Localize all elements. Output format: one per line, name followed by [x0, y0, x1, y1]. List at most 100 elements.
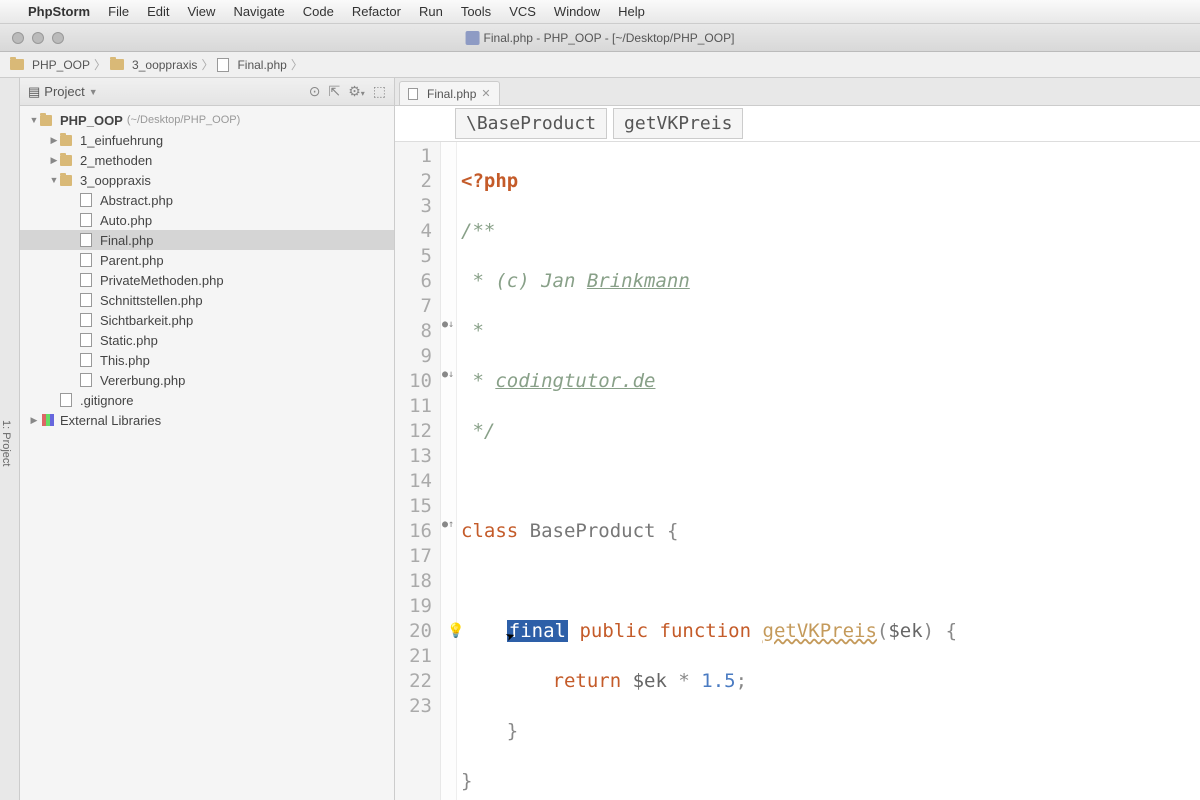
editor-tab-label: Final.php	[427, 87, 476, 101]
tree-file[interactable]: Vererbung.php	[20, 370, 394, 390]
editor-area: Final.php ✕ \BaseProduct getVKPreis 1234…	[395, 78, 1200, 800]
tree-item-label: .gitignore	[80, 393, 133, 408]
php-file-icon	[80, 193, 92, 207]
folder-icon	[60, 175, 72, 186]
code-token: *	[461, 370, 495, 392]
tree-item-label: Abstract.php	[100, 193, 173, 208]
editor-crumb-bar: \BaseProduct getVKPreis	[395, 106, 1200, 142]
project-panel: ▤ Project ▼ ⊙ ⇱ ⚙▾ ⬚ ▼ PHP_OOP (~/Deskto…	[20, 78, 395, 800]
tree-item-label: Vererbung.php	[100, 373, 185, 388]
chevron-down-icon[interactable]: ▼	[89, 87, 98, 97]
folder-icon	[10, 59, 24, 70]
breadcrumb-root[interactable]: PHP_OOP	[32, 58, 90, 72]
chevron-right-icon[interactable]: ▶	[48, 135, 60, 146]
line-number-gutter: 1234567891011121314151617181920212223	[395, 142, 441, 800]
tree-file[interactable]: Schnittstellen.php	[20, 290, 394, 310]
override-icon[interactable]: ●↓	[442, 369, 454, 380]
window-titlebar: Final.php - PHP_OOP - [~/Desktop/PHP_OOP…	[0, 24, 1200, 52]
tree-item-label: Sichtbarkeit.php	[100, 313, 193, 328]
tree-item-label: 3_ooppraxis	[80, 173, 151, 188]
tree-folder[interactable]: ▶ 1_einfuehrung	[20, 130, 394, 150]
code-token: Brinkmann	[587, 270, 690, 292]
menu-file[interactable]: File	[108, 4, 129, 19]
code-content[interactable]: <?php /** * (c) Jan Brinkmann * * coding…	[457, 142, 1200, 800]
chevron-right-icon[interactable]: ▶	[28, 415, 40, 426]
editor-tab[interactable]: Final.php ✕	[399, 81, 500, 105]
tree-file[interactable]: Parent.php	[20, 250, 394, 270]
tree-folder[interactable]: ▶ 2_methoden	[20, 150, 394, 170]
chevron-down-icon[interactable]: ▼	[48, 175, 60, 185]
menu-tools[interactable]: Tools	[461, 4, 491, 19]
close-tab-icon[interactable]: ✕	[481, 87, 490, 100]
php-file-icon	[466, 31, 480, 45]
php-file-icon	[80, 373, 92, 387]
tree-root[interactable]: ▼ PHP_OOP (~/Desktop/PHP_OOP)	[20, 110, 394, 130]
project-tree[interactable]: ▼ PHP_OOP (~/Desktop/PHP_OOP) ▶ 1_einfue…	[20, 106, 394, 800]
traffic-lights	[0, 32, 64, 44]
sidebar-tab-project[interactable]: 1: Project	[0, 78, 20, 800]
close-window-button[interactable]	[12, 32, 24, 44]
tree-file[interactable]: Sichtbarkeit.php	[20, 310, 394, 330]
crumb-class[interactable]: \BaseProduct	[455, 108, 607, 139]
tree-root-path: (~/Desktop/PHP_OOP)	[127, 114, 240, 126]
breadcrumb-file[interactable]: Final.php	[237, 58, 286, 72]
code-editor[interactable]: 1234567891011121314151617181920212223 ●↓…	[395, 142, 1200, 800]
code-token: * (c) Jan	[461, 270, 587, 292]
collapse-all-icon[interactable]: ⇱	[328, 83, 340, 100]
window-title: Final.php - PHP_OOP - [~/Desktop/PHP_OOP…	[466, 31, 735, 45]
override-icon[interactable]: ●↑	[442, 519, 454, 530]
tree-file-selected[interactable]: Final.php	[20, 230, 394, 250]
editor-tab-bar: Final.php ✕	[395, 78, 1200, 106]
tree-file[interactable]: PrivateMethoden.php	[20, 270, 394, 290]
code-token: <?php	[461, 170, 518, 192]
php-file-icon	[80, 333, 92, 347]
libraries-icon	[42, 414, 54, 426]
tree-file[interactable]: Auto.php	[20, 210, 394, 230]
project-panel-header: ▤ Project ▼ ⊙ ⇱ ⚙▾ ⬚	[20, 78, 394, 106]
tree-item-label: Parent.php	[100, 253, 164, 268]
hide-panel-icon[interactable]: ⬚	[373, 83, 386, 100]
tree-external-libs[interactable]: ▶ External Libraries	[20, 410, 394, 430]
tree-file[interactable]: Abstract.php	[20, 190, 394, 210]
menu-navigate[interactable]: Navigate	[233, 4, 284, 19]
zoom-window-button[interactable]	[52, 32, 64, 44]
chevron-right-icon[interactable]: ▶	[48, 155, 60, 166]
panel-icon: ▤	[28, 84, 40, 100]
tree-item-label: This.php	[100, 353, 150, 368]
breadcrumb-folder[interactable]: 3_ooppraxis	[132, 58, 197, 72]
autoscroll-icon[interactable]: ⊙	[309, 83, 321, 100]
menu-window[interactable]: Window	[554, 4, 600, 19]
gear-icon[interactable]: ⚙▾	[348, 83, 365, 100]
tree-item-label: External Libraries	[60, 413, 161, 428]
tree-item-label: PrivateMethoden.php	[100, 273, 224, 288]
menu-run[interactable]: Run	[419, 4, 443, 19]
menu-vcs[interactable]: VCS	[509, 4, 536, 19]
project-panel-title[interactable]: Project	[44, 84, 84, 99]
php-file-icon	[80, 273, 92, 287]
menu-refactor[interactable]: Refactor	[352, 4, 401, 19]
php-file-icon	[80, 233, 92, 247]
intention-bulb-icon[interactable]: 💡	[447, 619, 463, 644]
tree-file[interactable]: This.php	[20, 350, 394, 370]
tree-root-name: PHP_OOP	[60, 113, 123, 128]
minimize-window-button[interactable]	[32, 32, 44, 44]
tree-file[interactable]: .gitignore	[20, 390, 394, 410]
tree-folder[interactable]: ▼ 3_ooppraxis	[20, 170, 394, 190]
menu-app-name[interactable]: PhpStorm	[28, 4, 90, 19]
tree-item-label: 2_methoden	[80, 153, 152, 168]
code-token: getVKPreis	[763, 620, 877, 642]
php-file-icon	[80, 353, 92, 367]
override-icon[interactable]: ●↓	[442, 319, 454, 330]
code-token: BaseProduct	[530, 520, 656, 542]
crumb-method[interactable]: getVKPreis	[613, 108, 743, 139]
folder-icon	[60, 135, 72, 146]
tree-item-label: Auto.php	[100, 213, 152, 228]
menu-help[interactable]: Help	[618, 4, 645, 19]
chevron-down-icon[interactable]: ▼	[28, 115, 40, 125]
php-file-icon	[80, 213, 92, 227]
tree-file[interactable]: Static.php	[20, 330, 394, 350]
menu-view[interactable]: View	[187, 4, 215, 19]
menu-edit[interactable]: Edit	[147, 4, 169, 19]
gutter-marks: ●↓ ●↓ ●↑	[441, 142, 457, 800]
menu-code[interactable]: Code	[303, 4, 334, 19]
